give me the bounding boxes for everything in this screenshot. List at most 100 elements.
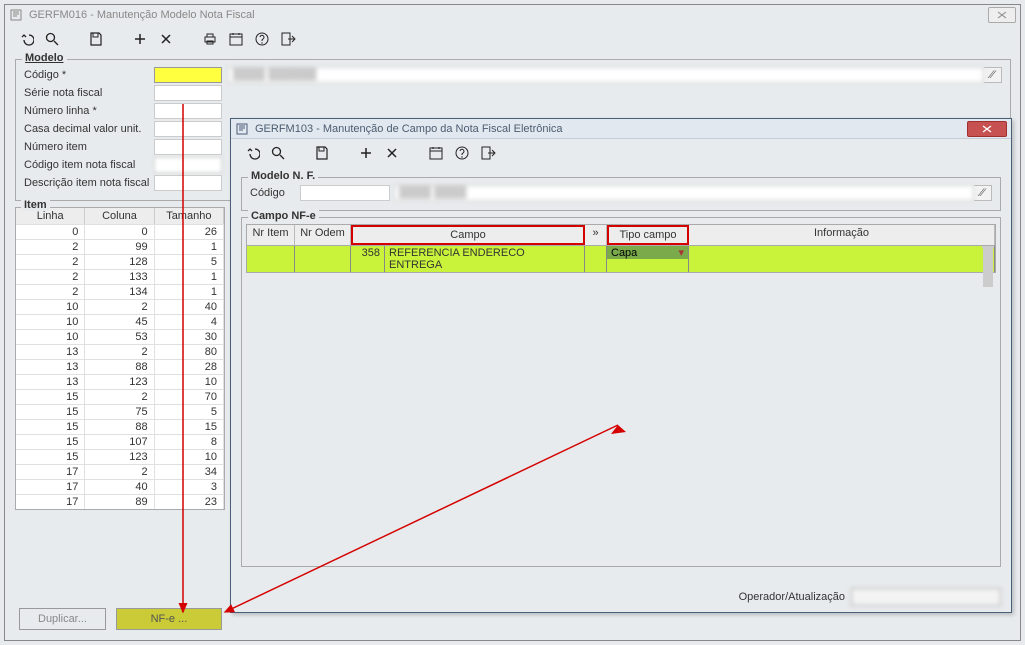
- col-tipo-campo[interactable]: Tipo campo: [607, 225, 689, 245]
- grid-scrollbar[interactable]: [982, 246, 994, 248]
- cell-linha[interactable]: 0: [16, 225, 85, 239]
- cell-linha[interactable]: 13: [16, 345, 85, 359]
- cell-coluna[interactable]: 123: [85, 450, 154, 464]
- table-row[interactable]: 10240: [16, 299, 224, 314]
- table-row[interactable]: 1512310: [16, 449, 224, 464]
- cell-linha[interactable]: 10: [16, 315, 85, 329]
- add-icon[interactable]: [129, 28, 151, 50]
- col-chevron-icon[interactable]: [585, 225, 607, 245]
- cell-tamanho[interactable]: 8: [155, 435, 224, 449]
- table-row[interactable]: 158815: [16, 419, 224, 434]
- cell-tamanho[interactable]: 1: [155, 285, 224, 299]
- numero-item-input[interactable]: [154, 139, 222, 155]
- cell-nr-ordem[interactable]: [295, 246, 351, 272]
- cell-nr-item[interactable]: [247, 246, 295, 272]
- cell-tamanho[interactable]: 5: [155, 405, 224, 419]
- delete-icon[interactable]: [155, 28, 177, 50]
- add-icon[interactable]: [355, 142, 377, 164]
- nfe-grid-row[interactable]: 358 REFERENCIA ENDERECO ENTREGA Capa ▾: [246, 246, 996, 273]
- cell-coluna[interactable]: 133: [85, 270, 154, 284]
- table-row[interactable]: 1312310: [16, 374, 224, 389]
- cell-linha[interactable]: 2: [16, 240, 85, 254]
- cell-linha[interactable]: 10: [16, 330, 85, 344]
- cell-tamanho[interactable]: 30: [155, 330, 224, 344]
- close-button[interactable]: [988, 7, 1016, 23]
- cell-tamanho[interactable]: 4: [155, 315, 224, 329]
- cell-linha[interactable]: 17: [16, 495, 85, 509]
- cell-coluna[interactable]: 2: [85, 390, 154, 404]
- table-row[interactable]: 105330: [16, 329, 224, 344]
- cell-chevron[interactable]: [585, 246, 607, 272]
- save-icon[interactable]: [85, 28, 107, 50]
- col-tamanho[interactable]: Tamanho: [155, 208, 224, 224]
- cell-coluna[interactable]: 2: [85, 465, 154, 479]
- cell-coluna[interactable]: 128: [85, 255, 154, 269]
- cell-linha[interactable]: 2: [16, 270, 85, 284]
- serie-input[interactable]: [154, 85, 222, 101]
- cell-tipo-campo[interactable]: Capa ▾: [607, 246, 689, 272]
- table-row[interactable]: 21341: [16, 284, 224, 299]
- table-row[interactable]: 10454: [16, 314, 224, 329]
- search-icon[interactable]: [41, 28, 63, 50]
- cell-linha[interactable]: 17: [16, 480, 85, 494]
- help-icon[interactable]: [251, 28, 273, 50]
- table-row[interactable]: 138828: [16, 359, 224, 374]
- col-nr-ordem[interactable]: Nr Odem: [295, 225, 351, 245]
- cell-tamanho[interactable]: 80: [155, 345, 224, 359]
- cell-coluna[interactable]: 53: [85, 330, 154, 344]
- delete-icon[interactable]: [381, 142, 403, 164]
- table-row[interactable]: 17403: [16, 479, 224, 494]
- cell-coluna[interactable]: 88: [85, 360, 154, 374]
- sub-codigo-input[interactable]: [300, 185, 390, 201]
- exit-icon[interactable]: [477, 142, 499, 164]
- table-row[interactable]: 21331: [16, 269, 224, 284]
- cell-linha[interactable]: 2: [16, 255, 85, 269]
- cell-tamanho[interactable]: 1: [155, 270, 224, 284]
- nfe-button[interactable]: NF-e ...: [116, 608, 222, 630]
- cell-informacao[interactable]: [689, 246, 995, 272]
- undo-icon[interactable]: [15, 28, 37, 50]
- cell-coluna[interactable]: 2: [85, 345, 154, 359]
- cell-tamanho[interactable]: 26: [155, 225, 224, 239]
- cell-coluna[interactable]: 107: [85, 435, 154, 449]
- exit-icon[interactable]: [277, 28, 299, 50]
- casa-input[interactable]: [154, 121, 222, 137]
- table-row[interactable]: 17234: [16, 464, 224, 479]
- cell-coluna[interactable]: 89: [85, 495, 154, 509]
- col-informacao[interactable]: Informação: [689, 225, 995, 245]
- cell-tamanho[interactable]: 23: [155, 495, 224, 509]
- cell-linha[interactable]: 2: [16, 285, 85, 299]
- cell-linha[interactable]: 13: [16, 375, 85, 389]
- table-row[interactable]: 2991: [16, 239, 224, 254]
- cell-tamanho[interactable]: 34: [155, 465, 224, 479]
- cell-linha[interactable]: 17: [16, 465, 85, 479]
- codigo-item-input[interactable]: [154, 157, 222, 173]
- cell-coluna[interactable]: 134: [85, 285, 154, 299]
- codigo-input[interactable]: [154, 67, 222, 83]
- cell-campo-desc[interactable]: REFERENCIA ENDERECO ENTREGA: [385, 246, 585, 272]
- cell-tamanho[interactable]: 40: [155, 300, 224, 314]
- cell-tamanho[interactable]: 5: [155, 255, 224, 269]
- cell-linha[interactable]: 13: [16, 360, 85, 374]
- cell-linha[interactable]: 15: [16, 450, 85, 464]
- duplicar-button[interactable]: Duplicar...: [19, 608, 106, 630]
- cell-linha[interactable]: 15: [16, 390, 85, 404]
- cell-coluna[interactable]: 88: [85, 420, 154, 434]
- table-row[interactable]: 178923: [16, 494, 224, 509]
- cell-coluna[interactable]: 45: [85, 315, 154, 329]
- table-row[interactable]: 13280: [16, 344, 224, 359]
- cell-coluna[interactable]: 0: [85, 225, 154, 239]
- col-nr-item[interactable]: Nr Item: [247, 225, 295, 245]
- cell-tamanho[interactable]: 70: [155, 390, 224, 404]
- table-row[interactable]: 151078: [16, 434, 224, 449]
- calendar-icon[interactable]: [225, 28, 247, 50]
- save-icon[interactable]: [311, 142, 333, 164]
- table-row[interactable]: 15270: [16, 389, 224, 404]
- cell-tamanho[interactable]: 28: [155, 360, 224, 374]
- table-row[interactable]: 21285: [16, 254, 224, 269]
- numero-linha-input[interactable]: [154, 103, 222, 119]
- tipo-campo-select[interactable]: Capa ▾: [607, 246, 688, 259]
- cell-coluna[interactable]: 2: [85, 300, 154, 314]
- table-row[interactable]: 0026: [16, 224, 224, 239]
- formula-icon[interactable]: ∕⁄: [974, 185, 992, 201]
